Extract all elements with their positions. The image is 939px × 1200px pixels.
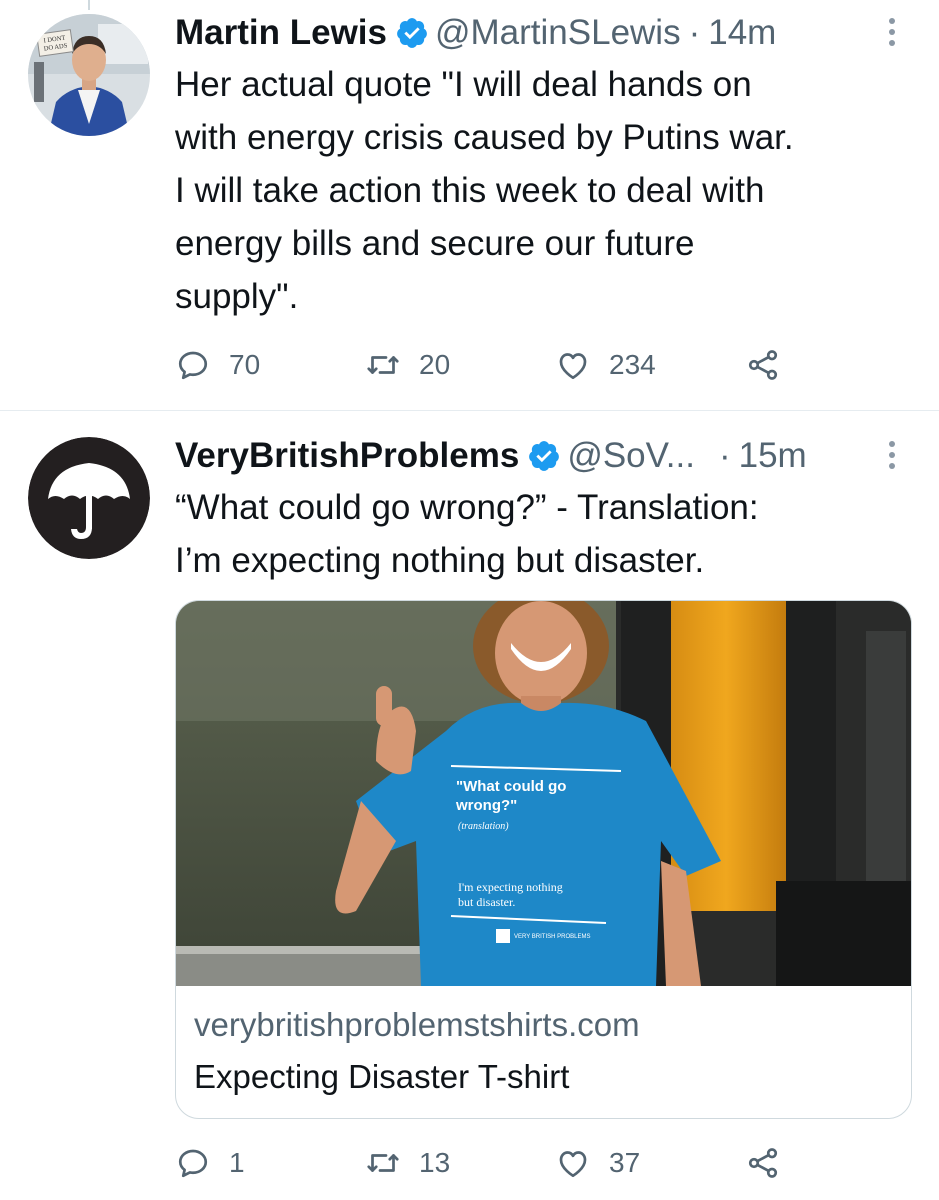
tweet-text-line: supply". [175,277,299,316]
display-name[interactable]: VeryBritishProblems [175,436,519,476]
tweet-actions: 1 13 37 [175,1138,815,1188]
shirt-logo-text: VERY BRITISH PROBLEMS [514,934,590,940]
avatar-martin-lewis[interactable]: I DONT DO ADS [28,14,150,136]
verified-badge-icon [527,439,561,473]
tweet-text-line: I will take action this week to deal wit… [175,171,765,210]
more-icon[interactable] [885,14,899,50]
link-card[interactable]: "What could go wrong?" (translation) I'm… [175,600,912,1119]
retweet-button[interactable]: 20 [365,340,450,390]
more-icon[interactable] [885,437,899,473]
tweet-text-line: energy bills and secure our future [175,224,695,263]
tweet-header: Martin Lewis @MartinSLewis · 14m [175,8,899,58]
heart-icon [559,353,587,380]
retweet-count: 20 [419,349,451,380]
share-button[interactable] [745,1138,799,1188]
reply-button[interactable]: 1 [175,1138,245,1188]
shirt-text: (translation) [458,821,509,832]
shirt-text: wrong?" [455,797,517,814]
avatar-sign: I DONT DO ADS [36,29,74,57]
handle[interactable]: @MartinSLewis [435,13,681,53]
timestamp[interactable]: 14m [708,13,776,53]
tweet-martin-lewis[interactable]: I DONT DO ADS Martin Lewis @MartinSLewis… [0,0,939,410]
reply-icon [178,351,208,380]
separator-dot: · [718,436,731,475]
card-image[interactable]: "What could go wrong?" (translation) I'm… [176,601,912,986]
shirt-text: I'm expecting nothing [458,880,563,894]
share-button[interactable] [745,340,799,390]
timestamp[interactable]: 15m [739,436,807,476]
shirt-logo-icon [496,929,510,943]
reply-count: 70 [229,349,261,380]
retweet-count: 13 [419,1147,451,1178]
reply-button[interactable]: 70 [175,340,260,390]
tweet-text: “What could go wrong?” - Translation: I’… [175,481,909,587]
thread-line [88,0,90,10]
like-button[interactable]: 234 [555,340,656,390]
verified-badge-icon [395,16,429,50]
shirt-text: but disaster. [458,895,515,909]
card-title[interactable]: Expecting Disaster T-shirt [194,1058,569,1096]
tweet-text-line: with energy crisis caused by Putins war. [175,118,794,157]
tweet-text-line: Her actual quote "I will deal hands on [175,65,752,104]
like-button[interactable]: 37 [555,1138,640,1188]
like-count: 37 [609,1147,641,1178]
reply-icon [178,1149,208,1178]
heart-icon [559,1151,587,1178]
tweet-text-line: “What could go wrong?” - Translation: [175,488,759,527]
tweet-header: VeryBritishProblems @SoV... · 15m [175,431,899,481]
reply-count: 1 [229,1147,245,1178]
tweet-text: Her actual quote "I will deal hands on w… [175,58,909,323]
retweet-icon [367,356,399,374]
shirt-text: "What could go [456,778,566,795]
tweet-actions: 70 20 234 [175,340,815,390]
like-count: 234 [609,349,656,380]
tweet-text-line: I’m expecting nothing but disaster. [175,541,705,580]
card-domain[interactable]: verybritishproblemstshirts.com [194,1006,640,1044]
share-icon [748,1148,778,1178]
retweet-button[interactable]: 13 [365,1138,450,1188]
retweet-icon [367,1154,399,1172]
display-name[interactable]: Martin Lewis [175,13,387,53]
share-icon [748,350,778,380]
separator-dot: · [688,13,701,52]
avatar-verybritishproblems[interactable] [28,437,150,559]
handle[interactable]: @SoV... [567,436,695,476]
